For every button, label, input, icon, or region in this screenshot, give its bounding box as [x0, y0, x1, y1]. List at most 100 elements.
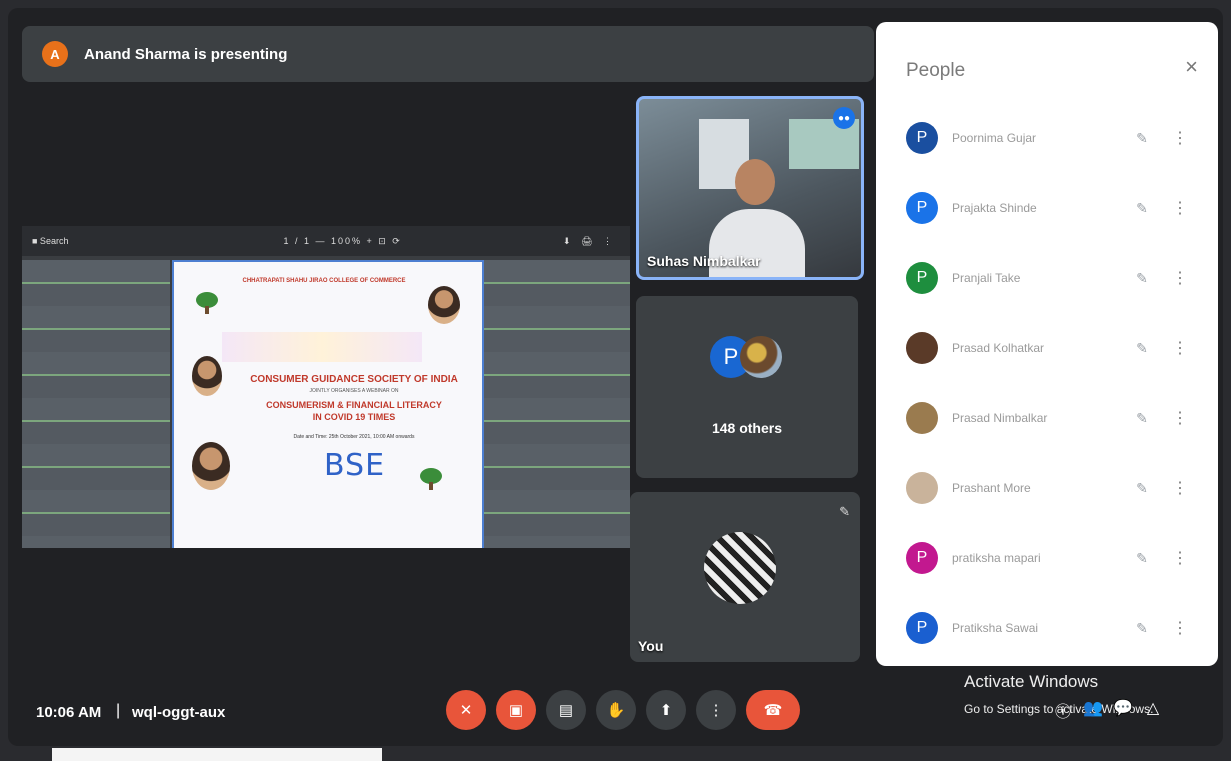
mic-off-icon[interactable]: ✎	[1122, 410, 1162, 427]
participant-row[interactable]: P Pratiksha Sawai ✎ ⋮	[906, 608, 1196, 648]
presenting-text: Anand Sharma is presenting	[84, 45, 288, 63]
activities-icon[interactable]: △	[1138, 698, 1168, 722]
poster-society: CONSUMER GUIDANCE SOCIETY OF INDIA	[250, 374, 458, 385]
poster-topic-line2: IN COVID 19 TIMES	[312, 411, 396, 422]
photo-edge-strip	[52, 748, 382, 761]
presenting-bar: A Anand Sharma is presenting	[22, 26, 874, 82]
separator: |	[116, 702, 121, 719]
info-icon[interactable]: ⓘ	[1048, 698, 1078, 722]
present-button[interactable]: ⬆	[646, 690, 686, 730]
participant-row[interactable]: Prashant More ✎ ⋮	[906, 468, 1196, 508]
viewer-toolbar-mid: 1 / 1 — 100% + ⊡ ⟳	[283, 235, 402, 246]
more-options-icon[interactable]: ⋮	[1172, 128, 1188, 148]
raise-hand-button[interactable]: ✋	[596, 690, 636, 730]
mic-off-icon: ✎	[839, 504, 850, 519]
mic-off-icon[interactable]: ✎	[1122, 340, 1162, 357]
participant-row[interactable]: Prasad Nimbalkar ✎ ⋮	[906, 398, 1196, 438]
participant-row[interactable]: P Prajakta Shinde ✎ ⋮	[906, 188, 1196, 228]
participant-tile-featured[interactable]: ●● Suhas Nimbalkar	[636, 96, 864, 280]
present-icon: ⬆	[659, 702, 673, 719]
participant-name: Prajakta Shinde	[952, 201, 1037, 215]
mic-off-icon[interactable]: ✎	[1122, 620, 1162, 637]
participant-row[interactable]: P Poornima Gujar ✎ ⋮	[906, 118, 1196, 158]
poster-college: CHHATRAPATI SHAHU JIRAO COLLEGE OF COMME…	[242, 278, 406, 284]
poster-datetime: Date and Time: 25th October 2021, 10:00 …	[293, 434, 415, 440]
people-icon[interactable]: 👥	[1078, 698, 1108, 722]
more-options-icon[interactable]: ⋮	[1172, 268, 1188, 288]
people-panel-title: People	[906, 60, 966, 81]
others-avatar-photo	[740, 336, 782, 378]
mic-off-icon[interactable]: ✎	[1122, 200, 1162, 217]
participant-avatar: P	[906, 122, 938, 154]
participant-tile-self[interactable]: ✎ You	[630, 492, 860, 662]
others-count: 148 others	[711, 420, 783, 436]
more-options-icon[interactable]: ⋮	[1172, 338, 1188, 358]
self-label: You	[638, 638, 664, 654]
mic-off-icon[interactable]: ✎	[1122, 270, 1162, 287]
presenter-avatar: A	[42, 41, 68, 67]
mic-off-icon[interactable]: ✎	[1122, 130, 1162, 147]
camera-off-icon: ▣	[508, 702, 524, 719]
people-panel: People × P Poornima Gujar ✎ ⋮ P Prajakta Shin…	[876, 22, 1218, 666]
participant-avatar: P	[906, 192, 938, 224]
meet-window: A Anand Sharma is presenting ■ Search 1 …	[8, 8, 1223, 746]
more-options-icon[interactable]: ⋮	[1172, 198, 1188, 218]
participant-name: Pranjali Take	[952, 271, 1021, 285]
captions-icon: ▤	[558, 702, 574, 719]
poster-band	[222, 332, 422, 362]
more-options-icon[interactable]: ⋮	[1172, 548, 1188, 568]
portrait-image	[192, 356, 222, 396]
participant-avatar: P	[906, 262, 938, 294]
viewer-toolbar-right: ⬇ 🖨 ⋮	[563, 235, 616, 246]
participant-avatar	[906, 332, 938, 364]
participant-row[interactable]: Ppratiksha mapari ✎ ⋮	[906, 538, 1196, 578]
participant-name: Pratiksha Sawai	[952, 621, 1039, 635]
speaking-indicator-icon: ●●	[833, 107, 855, 129]
participant-name: Poornima Gujar	[952, 131, 1037, 145]
more-options-icon[interactable]: ⋮	[1172, 618, 1188, 638]
tree-logo-icon	[420, 468, 442, 490]
raise-hand-icon: ✋	[606, 702, 626, 719]
participant-name: pratiksha mapari	[952, 551, 1041, 565]
meeting-code: wql-oggt-aux	[132, 704, 226, 721]
participant-name: Suhas Nimbalkar	[647, 253, 761, 269]
bse-logo: BSE	[324, 448, 386, 483]
viewer-toolbar-left: ■ Search	[32, 236, 69, 246]
presentation-stage[interactable]: ■ Search 1 / 1 — 100% + ⊡ ⟳ ⬇ 🖨 ⋮ CHHATR…	[22, 226, 630, 548]
portrait-image	[192, 442, 230, 490]
more-options-icon[interactable]: ⋮	[1172, 408, 1188, 428]
close-icon[interactable]: ×	[1185, 54, 1198, 80]
participant-name: Prasad Kolhatkar	[952, 341, 1045, 355]
activate-windows-title: Activate Windows	[964, 672, 1099, 691]
poster-organises: JOINTLY ORGANISES A WEBINAR ON	[309, 388, 399, 394]
camera-off-button[interactable]: ▣	[496, 690, 536, 730]
participant-avatar: P	[906, 542, 938, 574]
portrait-image	[428, 286, 460, 324]
more-options-icon[interactable]: ⋮	[1172, 478, 1188, 498]
viewer-side-left	[22, 260, 170, 548]
side-panel-controls: ⓘ 👥 💬 △	[1048, 698, 1168, 722]
self-avatar	[704, 532, 776, 604]
mic-off-button[interactable]: ✕	[446, 690, 486, 730]
more-options-button[interactable]: ⋮	[696, 690, 736, 730]
mic-off-icon: ✕	[459, 702, 473, 719]
participant-name: Prasad Nimbalkar	[952, 411, 1048, 425]
mic-off-icon[interactable]: ✎	[1122, 480, 1162, 497]
participant-avatar	[906, 472, 938, 504]
call-controls: ✕ ▣ ▤ ✋ ⬆ ⋮ ☎	[446, 690, 810, 730]
chat-icon[interactable]: 💬	[1108, 698, 1138, 722]
participant-head	[735, 159, 775, 205]
participant-tile-others[interactable]: P 148 others	[636, 296, 858, 478]
viewer-side-right	[482, 260, 630, 548]
participant-row[interactable]: P Pranjali Take ✎ ⋮	[906, 258, 1196, 298]
end-call-button[interactable]: ☎	[746, 690, 800, 730]
mic-off-icon[interactable]: ✎	[1122, 550, 1162, 567]
clock: 10:06 AM	[36, 704, 102, 721]
participant-avatar: P	[906, 612, 938, 644]
captions-button[interactable]: ▤	[546, 690, 586, 730]
participant-name: Prashant More	[952, 481, 1031, 495]
participant-row[interactable]: Prasad Kolhatkar ✎ ⋮	[906, 328, 1196, 368]
poster-topic: CONSUMERISM & FINANCIAL LITERACY IN COVI…	[234, 400, 474, 423]
poster-topic-line1: CONSUMERISM & FINANCIAL LITERACY	[266, 400, 442, 410]
webinar-poster: CHHATRAPATI SHAHU JIRAO COLLEGE OF COMME…	[172, 260, 484, 548]
